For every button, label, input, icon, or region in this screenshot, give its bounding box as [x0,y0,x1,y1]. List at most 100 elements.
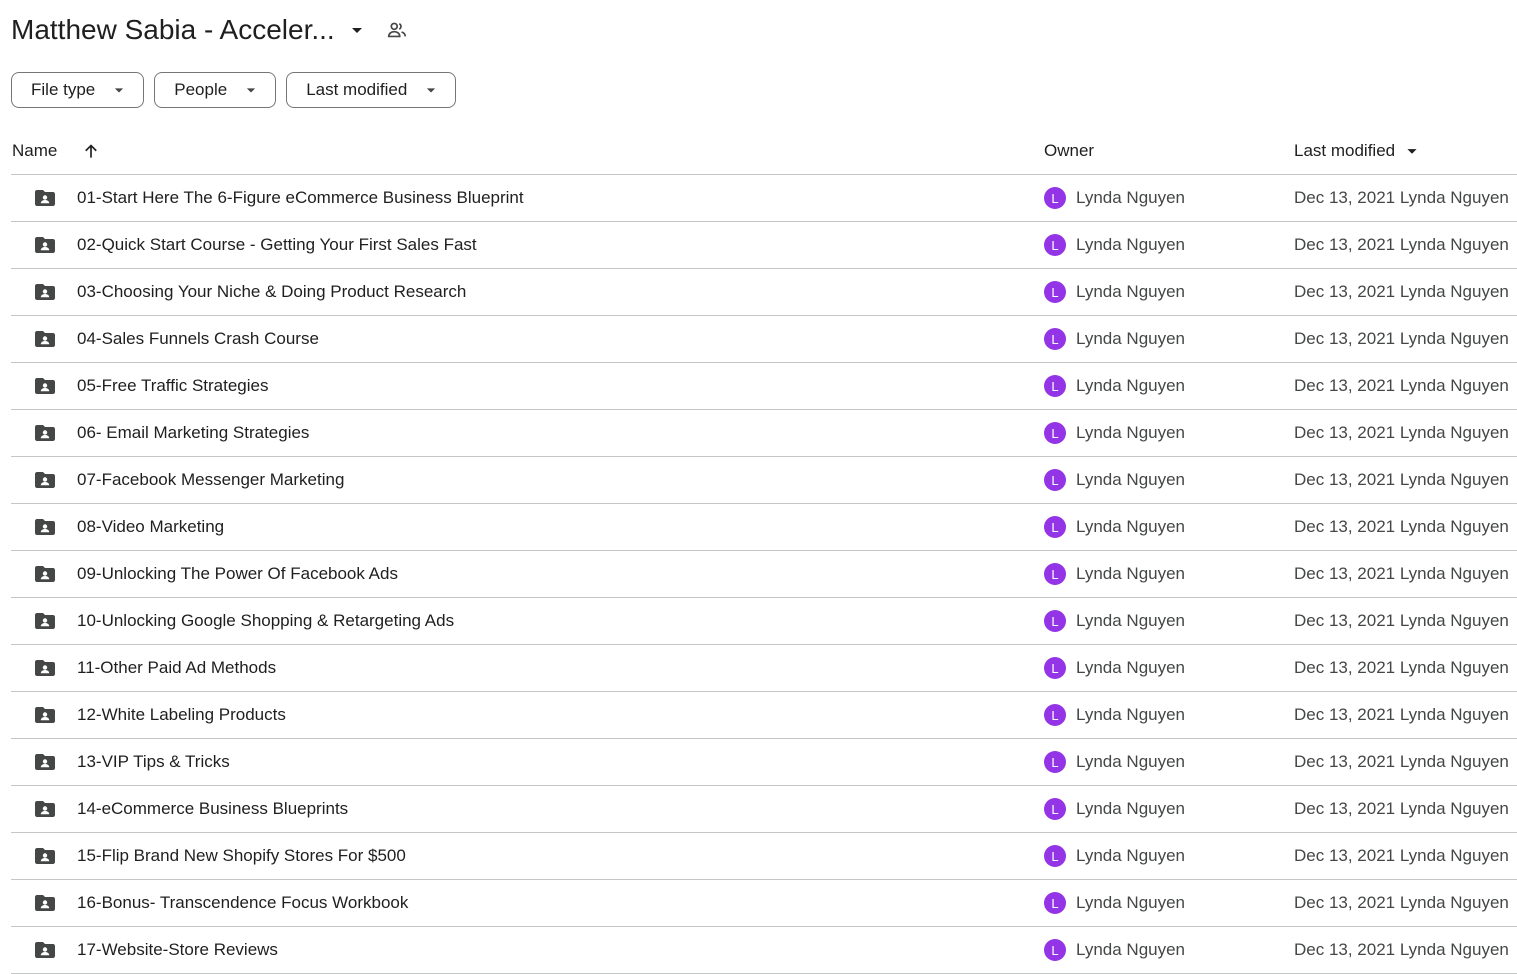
owner-cell: L Lynda Nguyen [1044,175,1185,221]
shared-folder-icon [33,927,57,973]
file-name[interactable]: 05-Free Traffic Strategies [77,363,269,409]
table-row[interactable]: 09-Unlocking The Power Of Facebook Ads L… [11,551,1517,598]
last-modified-cell: Dec 13, 2021 Lynda Nguyen [1294,376,1509,395]
folder-header: Matthew Sabia - Acceler... [11,10,409,50]
owner-cell: L Lynda Nguyen [1044,739,1185,785]
owner-name: Lynda Nguyen [1076,188,1186,207]
owner-cell: L Lynda Nguyen [1044,504,1185,550]
name-column-label: Name [12,141,58,160]
table-row[interactable]: 07-Facebook Messenger Marketing L Lynda … [11,457,1517,504]
file-name[interactable]: 11-Other Paid Ad Methods [77,645,276,691]
avatar: L [1044,328,1066,350]
file-name[interactable]: 17-Website-Store Reviews [77,927,278,973]
table-row[interactable]: 10-Unlocking Google Shopping & Retargeti… [11,598,1517,645]
shared-folder-icon [33,645,57,691]
arrow-drop-down-icon [241,80,261,100]
owner-cell: L Lynda Nguyen [1044,410,1185,456]
file-name[interactable]: 01-Start Here The 6-Figure eCommerce Bus… [77,175,524,221]
table-row[interactable]: 17-Website-Store Reviews L Lynda Nguyen … [11,927,1517,974]
table-row[interactable]: 05-Free Traffic Strategies L Lynda Nguye… [11,363,1517,410]
folder-title[interactable]: Matthew Sabia - Acceler... [11,14,335,46]
owner-name: Lynda Nguyen [1076,705,1186,724]
last-modified-column-header[interactable]: Last modified [1294,128,1423,174]
owner-cell: L Lynda Nguyen [1044,927,1185,973]
file-name[interactable]: 13-VIP Tips & Tricks [77,739,230,785]
file-name[interactable]: 04-Sales Funnels Crash Course [77,316,319,362]
owner-cell: L Lynda Nguyen [1044,363,1185,409]
last-modified-cell: Dec 13, 2021 Lynda Nguyen [1294,705,1509,724]
file-name[interactable]: 16-Bonus- Transcendence Focus Workbook [77,880,408,926]
file-name[interactable]: 06- Email Marketing Strategies [77,410,309,456]
table-row[interactable]: 01-Start Here The 6-Figure eCommerce Bus… [11,175,1517,222]
table-row[interactable]: 12-White Labeling Products L Lynda Nguye… [11,692,1517,739]
owner-name: Lynda Nguyen [1076,376,1186,395]
shared-folder-icon [33,457,57,503]
last-modified-cell: Dec 13, 2021 Lynda Nguyen [1294,893,1509,912]
shared-folder-icon [33,692,57,738]
name-column-header[interactable]: Name [12,128,101,174]
avatar: L [1044,892,1066,914]
owner-name: Lynda Nguyen [1076,235,1186,254]
table-row[interactable]: 15-Flip Brand New Shopify Stores For $50… [11,833,1517,880]
avatar: L [1044,234,1066,256]
shared-folder-icon [33,739,57,785]
file-name[interactable]: 12-White Labeling Products [77,692,286,738]
file-name[interactable]: 14-eCommerce Business Blueprints [77,786,348,832]
file-name[interactable]: 09-Unlocking The Power Of Facebook Ads [77,551,398,597]
owner-cell: L Lynda Nguyen [1044,880,1185,926]
arrow-upward-icon[interactable] [81,141,101,161]
table-row[interactable]: 11-Other Paid Ad Methods L Lynda Nguyen … [11,645,1517,692]
table-row[interactable]: 04-Sales Funnels Crash Course L Lynda Ng… [11,316,1517,363]
file-name[interactable]: 08-Video Marketing [77,504,224,550]
table-row[interactable]: 08-Video Marketing L Lynda Nguyen Dec 13… [11,504,1517,551]
last-modified-cell: Dec 13, 2021 Lynda Nguyen [1294,564,1509,583]
owner-cell: L Lynda Nguyen [1044,645,1185,691]
table-row[interactable]: 16-Bonus- Transcendence Focus Workbook L… [11,880,1517,927]
owner-cell: L Lynda Nguyen [1044,786,1185,832]
last-modified-cell: Dec 13, 2021 Lynda Nguyen [1294,611,1509,630]
arrow-drop-down-icon [421,80,441,100]
last-modified-filter-chip[interactable]: Last modified [286,72,457,108]
owner-column-label: Owner [1044,141,1095,160]
shared-folder-icon [33,175,57,221]
shared-folder-icon [33,833,57,879]
arrow-drop-down-icon[interactable] [345,18,369,42]
last-modified-cell: Dec 13, 2021 Lynda Nguyen [1294,329,1509,348]
shared-folder-icon [33,504,57,550]
last-modified-column-label: Last modified [1294,141,1396,160]
table-row[interactable]: 03-Choosing Your Niche & Doing Product R… [11,269,1517,316]
avatar: L [1044,704,1066,726]
last-modified-cell: Dec 13, 2021 Lynda Nguyen [1294,940,1509,959]
chip-label: Last modified [306,80,408,99]
last-modified-cell: Dec 13, 2021 Lynda Nguyen [1294,423,1509,442]
avatar: L [1044,563,1066,585]
owner-cell: L Lynda Nguyen [1044,598,1185,644]
table-row[interactable]: 02-Quick Start Course - Getting Your Fir… [11,222,1517,269]
file-name[interactable]: 07-Facebook Messenger Marketing [77,457,344,503]
file-name[interactable]: 10-Unlocking Google Shopping & Retargeti… [77,598,454,644]
people-filter-chip[interactable]: People [154,72,277,108]
table-row[interactable]: 13-VIP Tips & Tricks L Lynda Nguyen Dec … [11,739,1517,786]
owner-name: Lynda Nguyen [1076,846,1186,865]
avatar: L [1044,375,1066,397]
last-modified-cell: Dec 13, 2021 Lynda Nguyen [1294,188,1509,207]
avatar: L [1044,187,1066,209]
file-name[interactable]: 02-Quick Start Course - Getting Your Fir… [77,222,477,268]
file-list: Name Owner Last modified 01-Start Here T… [11,128,1517,974]
file-name[interactable]: 03-Choosing Your Niche & Doing Product R… [77,269,466,315]
chip-label: People [174,80,228,99]
owner-name: Lynda Nguyen [1076,658,1186,677]
file-name[interactable]: 15-Flip Brand New Shopify Stores For $50… [77,833,406,879]
chip-label: File type [31,80,96,99]
people-icon[interactable] [385,18,409,42]
owner-cell: L Lynda Nguyen [1044,269,1185,315]
last-modified-cell: Dec 13, 2021 Lynda Nguyen [1294,517,1509,536]
column-header-row: Name Owner Last modified [11,128,1517,175]
table-row[interactable]: 06- Email Marketing Strategies L Lynda N… [11,410,1517,457]
table-row[interactable]: 14-eCommerce Business Blueprints L Lynda… [11,786,1517,833]
file-type-filter-chip[interactable]: File type [11,72,145,108]
last-modified-cell: Dec 13, 2021 Lynda Nguyen [1294,470,1509,489]
owner-name: Lynda Nguyen [1076,423,1186,442]
avatar: L [1044,516,1066,538]
arrow-drop-down-icon [1401,140,1423,162]
